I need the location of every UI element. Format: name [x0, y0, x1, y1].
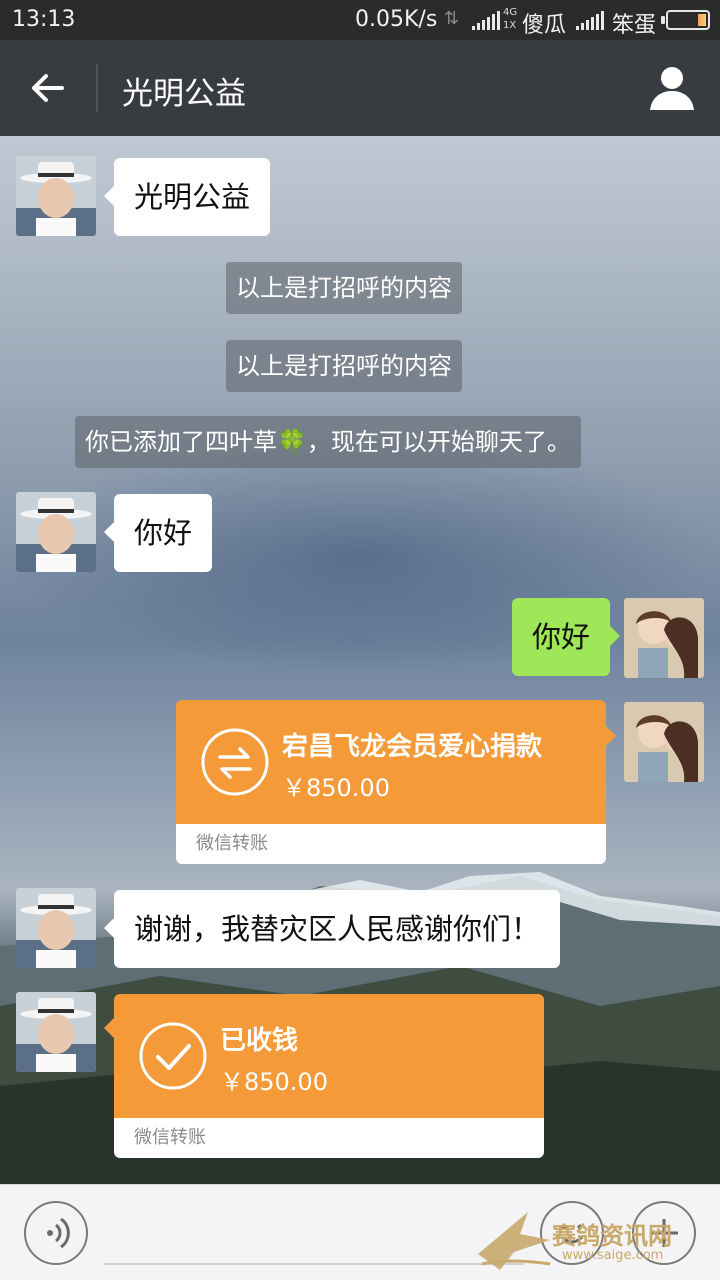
network-type: 4G 1X	[503, 7, 518, 31]
message-bubble[interactable]: 谢谢，我替灾区人民感谢你们！	[103, 890, 561, 968]
transfer-card[interactable]: 已收钱 ￥850.00 微信转账	[114, 994, 544, 1158]
transfer-amount: ￥850.00	[220, 1068, 328, 1096]
watermark-url: www.saige.com	[562, 1248, 664, 1263]
my-avatar-image	[624, 702, 704, 782]
battery-icon	[666, 10, 710, 30]
contact-avatar-image	[16, 492, 96, 572]
bubble-tail	[104, 1018, 114, 1038]
network-speed: 0.05K/s	[355, 7, 438, 32]
transfer-card-top: 已收钱 ￥850.00	[114, 994, 544, 1118]
message-input[interactable]	[104, 1263, 524, 1265]
voice-button[interactable]	[24, 1201, 88, 1265]
bubble-tail	[606, 726, 616, 746]
transfer-card-top: 宕昌飞龙会员爱心捐款 ￥850.00	[176, 700, 606, 824]
contact-avatar[interactable]	[16, 492, 96, 572]
pigeon-logo-icon	[478, 1212, 551, 1270]
back-arrow-icon[interactable]	[24, 64, 72, 112]
four-leaf-clover-emoji: 🍀	[277, 428, 307, 456]
transfer-footer: 微信转账	[176, 824, 606, 864]
watermark-text: 赛鸽资讯网	[552, 1222, 672, 1250]
my-avatar[interactable]	[624, 598, 704, 678]
transfer-name: 已收钱	[220, 1026, 299, 1056]
my-avatar[interactable]	[624, 702, 704, 782]
transfer-footer: 微信转账	[114, 1118, 544, 1158]
my-avatar-image	[624, 598, 704, 678]
carrier-name-1: 傻瓜	[522, 13, 567, 38]
checkmark-icon	[139, 1022, 207, 1090]
title-bar: 光明公益	[0, 40, 720, 136]
chat-title: 光明公益	[122, 76, 246, 112]
signal-icon	[472, 10, 500, 30]
my-message-bubble[interactable]: 你好	[512, 598, 621, 676]
voice-icon	[47, 1217, 70, 1249]
site-watermark: 赛鸽资讯网 www.saige.com	[470, 1194, 720, 1276]
chat-area[interactable]: 光明公益 以上是打招呼的内容 以上是打招呼的内容 你已添加了四叶草🍀，现在可以开…	[0, 136, 720, 1184]
person-icon[interactable]	[646, 64, 698, 112]
transfer-icon	[201, 728, 269, 796]
system-message: 你已添加了四叶草🍀，现在可以开始聊天了。	[75, 416, 581, 468]
transfer-card[interactable]: 宕昌飞龙会员爱心捐款 ￥850.00 微信转账	[176, 700, 606, 864]
clock: 13:13	[12, 7, 76, 32]
contact-avatar-image	[16, 992, 96, 1072]
title-divider	[96, 64, 98, 112]
status-bar: 13:13 0.05K/s ⇅ 4G 1X 傻瓜 笨蛋	[0, 0, 720, 40]
contact-avatar-image	[16, 156, 96, 236]
contact-avatar[interactable]	[16, 888, 96, 968]
system-message: 以上是打招呼的内容	[226, 340, 462, 392]
battery-nub	[661, 16, 665, 24]
message-bubble[interactable]: 你好	[103, 494, 213, 572]
data-arrows-icon: ⇅	[444, 8, 460, 29]
transfer-amount: ￥850.00	[282, 774, 390, 802]
message-bubble[interactable]: 光明公益	[103, 158, 271, 236]
carrier-name-2: 笨蛋	[612, 13, 657, 38]
contact-avatar-image	[16, 888, 96, 968]
signal-icon	[576, 10, 604, 30]
contact-avatar[interactable]	[16, 992, 96, 1072]
transfer-name: 宕昌飞龙会员爱心捐款	[282, 732, 543, 762]
system-message: 以上是打招呼的内容	[226, 262, 462, 314]
contact-avatar[interactable]	[16, 156, 96, 236]
